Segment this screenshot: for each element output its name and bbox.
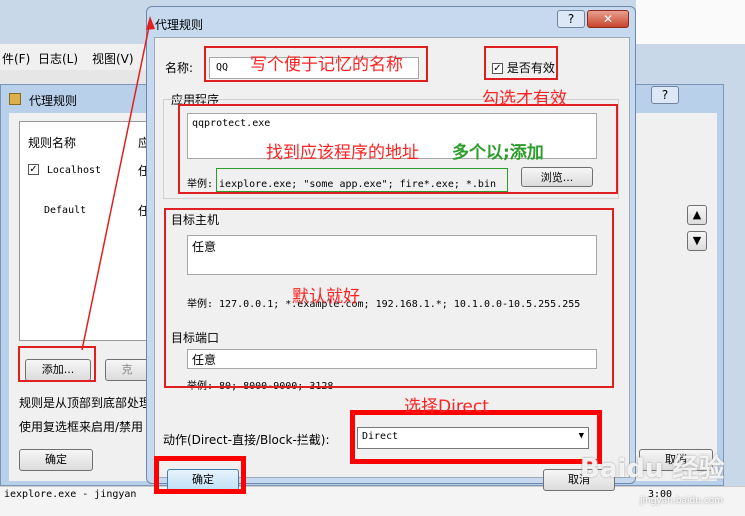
annotation-app: 找到应该程序的地址 — [266, 143, 419, 163]
baidu-watermark: Baidu 经验 — [580, 448, 724, 485]
watermark-url: jingyan.baidu.com — [640, 496, 724, 506]
watermark-logo: Baidu 经验 — [580, 454, 725, 484]
annotation-name: 写个便于记忆的名称 — [250, 55, 403, 75]
annotation-direct: 选择Direct — [404, 397, 489, 417]
annotation-default: 默认就好 — [292, 287, 360, 307]
pointer-arrow — [81, 16, 155, 351]
annotation-enabled: 勾选才有效 — [482, 89, 567, 109]
annotation-multi: 多个以;添加 — [452, 143, 544, 163]
